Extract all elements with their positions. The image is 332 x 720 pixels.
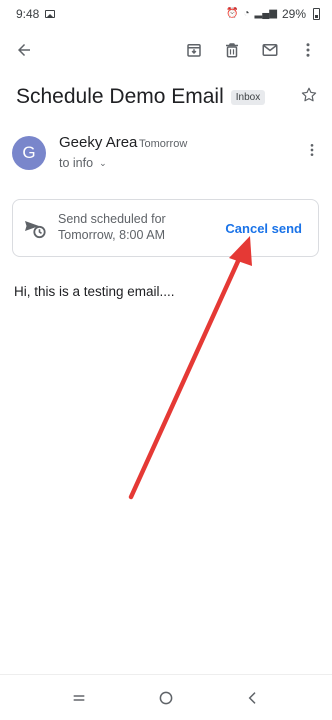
mark-unread-button[interactable] <box>254 34 286 66</box>
scheduled-send-text: Send scheduled for Tomorrow, 8:00 AM <box>58 212 166 243</box>
recipient-details-toggle[interactable]: to info ⌄ <box>59 156 107 170</box>
star-button[interactable] <box>300 86 318 109</box>
more-vert-icon <box>310 144 314 156</box>
mail-icon <box>262 44 278 56</box>
back-button[interactable] <box>8 34 40 66</box>
email-subject: Schedule Demo Email <box>16 85 224 108</box>
recent-apps-icon <box>73 694 85 701</box>
archive-button[interactable] <box>178 34 210 66</box>
archive-icon <box>187 44 201 57</box>
sender-name: Geeky Area <box>59 134 138 151</box>
wifi-icon: ◔ <box>243 8 250 19</box>
sender-row: G Geeky Area Tomorrow to info ⌄ <box>0 132 332 178</box>
message-more-button[interactable] <box>300 138 324 162</box>
image-notification-icon <box>45 10 56 18</box>
delete-icon <box>226 43 238 58</box>
chevron-down-icon: ⌄ <box>99 157 107 168</box>
inbox-label[interactable]: Inbox <box>230 89 266 105</box>
recipient-text: to info <box>59 156 94 170</box>
back-arrow-icon <box>18 44 30 56</box>
scheduled-line-1: Send scheduled for <box>58 212 166 227</box>
back-nav-button[interactable] <box>237 682 269 714</box>
status-time: 9:48 <box>16 7 40 21</box>
more-options-button[interactable] <box>292 34 324 66</box>
email-body: Hi, this is a testing email.... <box>14 284 175 299</box>
scheduled-send-card: Send scheduled for Tomorrow, 8:00 AM Can… <box>12 199 319 257</box>
navigation-bar <box>0 674 332 720</box>
battery-icon <box>313 8 320 20</box>
home-button[interactable] <box>150 682 182 714</box>
app-bar <box>0 28 332 72</box>
cancel-send-button[interactable]: Cancel send <box>225 221 308 236</box>
scheduled-send-icon <box>25 221 46 239</box>
home-icon <box>159 691 173 704</box>
status-bar: 9:48 ⏰ ◔ ▂▄▆ 29% <box>0 0 332 28</box>
star-icon <box>301 87 317 101</box>
email-time: Tomorrow <box>139 138 188 150</box>
back-nav-icon <box>248 691 256 704</box>
more-vert-icon <box>306 43 310 57</box>
recent-apps-button[interactable] <box>63 682 95 714</box>
battery-percent: 29% <box>281 7 306 21</box>
alarm-icon: ⏰ <box>226 8 239 19</box>
avatar[interactable]: G <box>12 136 46 170</box>
signal-icon: ▂▄▆ <box>254 8 277 19</box>
scheduled-line-2: Tomorrow, 8:00 AM <box>58 228 165 242</box>
subject-row: Schedule Demo Email Inbox <box>0 82 332 112</box>
delete-button[interactable] <box>216 34 248 66</box>
